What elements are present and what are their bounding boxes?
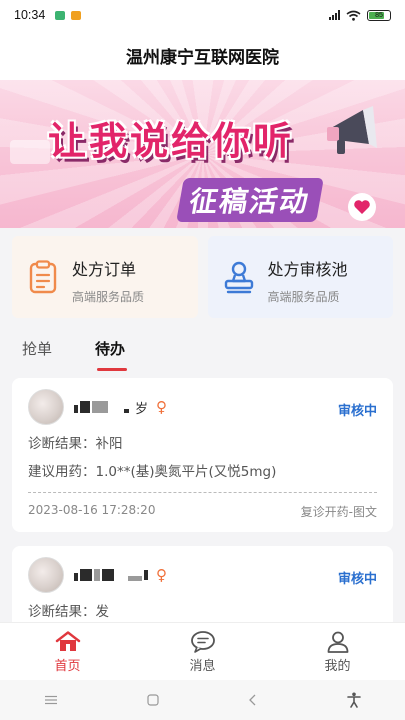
diagnosis-value: 发 — [95, 604, 110, 620]
order-tabs: 抢单 待办 — [0, 336, 405, 372]
avatar — [28, 389, 64, 425]
promo-banner[interactable]: 让我说给你听 征稿活动 — [0, 80, 405, 228]
banner-headline: 让我说给你听 — [48, 119, 295, 163]
medication-value: 1.0**(基)奥氮平片(又悦5mg) — [95, 464, 277, 480]
order-list: 岁 ♀ 审核中 诊断结果：补阳 建议用药：1.0**(基)奥氮平片(又悦5mg)… — [12, 378, 393, 636]
app-notification-icon — [71, 10, 82, 20]
message-icon — [190, 631, 215, 653]
tab-grab-order[interactable]: 抢单 — [22, 338, 52, 359]
accessibility-icon[interactable] — [346, 692, 361, 708]
divider — [28, 492, 377, 493]
prescription-review-pool-card[interactable]: 处方审核池 高端服务品质 — [207, 236, 393, 318]
wifi-icon — [346, 10, 361, 21]
quick-actions: 处方订单 高端服务品质 处方审核池 高端服务品质 — [12, 236, 393, 318]
heart-icon — [348, 193, 376, 221]
patient-age-unit: 岁 — [135, 401, 149, 417]
diagnosis-value: 补阳 — [95, 436, 123, 452]
back-icon[interactable] — [248, 694, 258, 706]
megaphone-icon — [327, 106, 377, 154]
status-badge: 审核中 — [337, 404, 377, 419]
status-bar: 10:34 85 — [0, 0, 405, 30]
card-subtitle: 高端服务品质 — [72, 290, 145, 304]
bottom-nav: 首页 消息 我的 — [0, 622, 405, 680]
page-title: 温州康宁互联网医院 — [0, 30, 405, 80]
diagnosis-row: 诊断结果：补阳 — [28, 436, 123, 452]
battery-icon: 85 — [367, 9, 391, 21]
clipboard-icon — [29, 260, 57, 294]
diagnosis-row: 诊断结果：发 — [28, 604, 110, 620]
medication-row: 建议用药：1.0**(基)奥氮平片(又悦5mg) — [28, 464, 277, 480]
patient-name: 岁 — [74, 398, 148, 417]
nav-profile-label: 我的 — [324, 659, 351, 674]
card-title: 处方审核池 — [267, 260, 348, 279]
app-notification-icon — [55, 10, 66, 20]
home-square-icon[interactable] — [147, 694, 159, 706]
home-icon — [55, 631, 80, 651]
nav-profile[interactable]: 我的 — [270, 623, 405, 680]
tab-todo[interactable]: 待办 — [95, 338, 125, 359]
order-time: 2023-08-16 17:28:20 — [28, 503, 156, 517]
battery-level: 85 — [375, 11, 383, 19]
patient-name — [74, 569, 148, 581]
active-tab-indicator — [97, 368, 127, 371]
status-time: 10:34 — [14, 8, 46, 22]
banner-subheadline: 征稿活动 — [176, 178, 324, 222]
order-type: 复诊开药-图文 — [300, 505, 377, 519]
nav-messages[interactable]: 消息 — [135, 623, 270, 680]
card-subtitle: 高端服务品质 — [267, 290, 340, 304]
nav-messages-label: 消息 — [189, 659, 216, 674]
female-gender-icon: ♀ — [156, 566, 167, 584]
order-card[interactable]: 岁 ♀ 审核中 诊断结果：补阳 建议用药：1.0**(基)奥氮平片(又悦5mg)… — [12, 378, 393, 532]
nav-home[interactable]: 首页 — [0, 623, 135, 680]
stamp-icon — [224, 261, 253, 294]
system-nav-bar — [0, 680, 405, 720]
card-title: 处方订单 — [72, 260, 137, 279]
nav-home-label: 首页 — [54, 659, 81, 674]
user-icon — [327, 631, 348, 653]
status-badge: 审核中 — [337, 572, 377, 587]
female-gender-icon: ♀ — [156, 398, 168, 416]
prescription-orders-card[interactable]: 处方订单 高端服务品质 — [12, 236, 198, 318]
menu-icon[interactable] — [44, 695, 58, 705]
signal-icon — [329, 10, 340, 20]
avatar — [28, 557, 64, 593]
